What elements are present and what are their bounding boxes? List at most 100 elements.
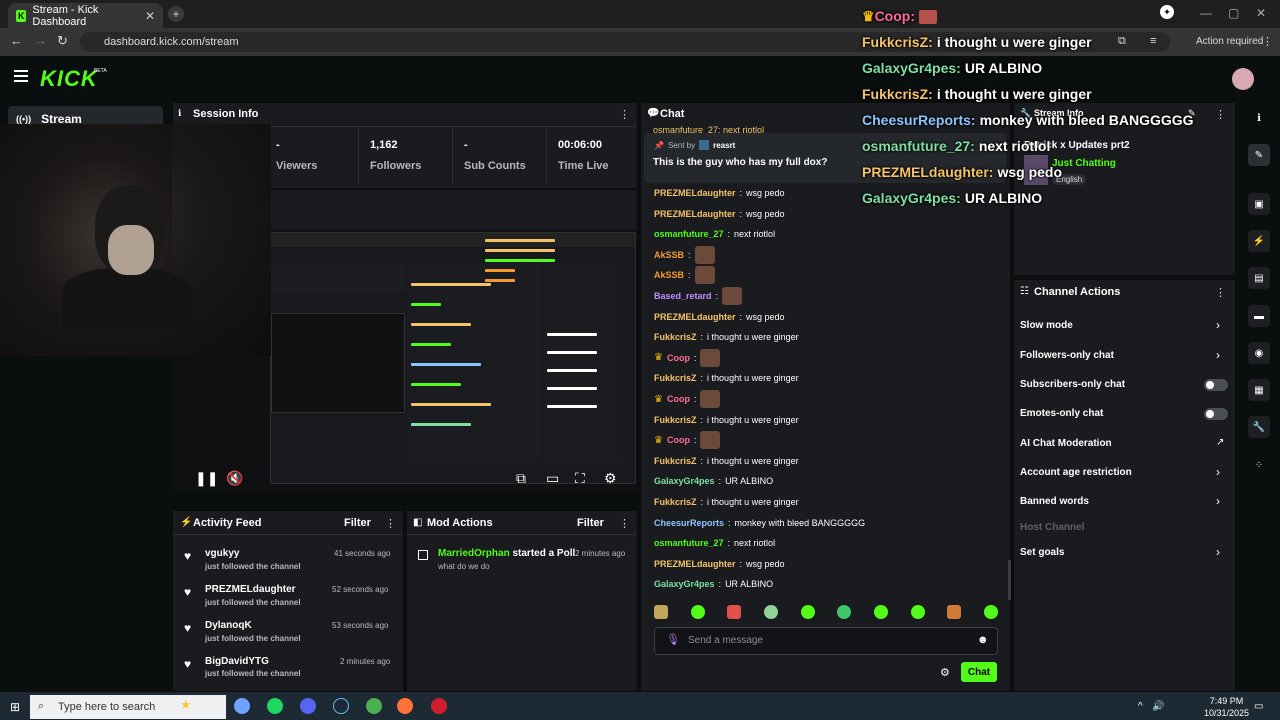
- copilot-icon[interactable]: ✦: [1160, 5, 1174, 19]
- chat-username[interactable]: osmanfuture_27: [654, 538, 724, 548]
- pause-icon[interactable]: ❚❚: [195, 470, 218, 487]
- chat-username[interactable]: GalaxyGr4pes: [654, 579, 715, 589]
- mute-icon[interactable]: 🔇: [226, 470, 243, 487]
- emotes-only-toggle[interactable]: [1204, 408, 1228, 420]
- activity-filter-button[interactable]: Filter: [344, 517, 371, 529]
- chevron-right-icon[interactable]: ›: [1216, 465, 1220, 479]
- discord-icon[interactable]: [300, 698, 316, 714]
- reload-icon[interactable]: ↻: [57, 33, 68, 49]
- broadcast-icon[interactable]: ◉: [1248, 342, 1270, 364]
- taskbar-search[interactable]: Type here to search: [30, 695, 226, 719]
- emote-icon[interactable]: [983, 605, 998, 619]
- session-info-menu-icon[interactable]: ⋮: [619, 108, 630, 121]
- chat-username[interactable]: FukkcrisZ: [654, 456, 697, 466]
- volume-icon[interactable]: 🔊: [1152, 701, 1164, 712]
- firefox-icon[interactable]: [397, 698, 413, 714]
- chat-username[interactable]: Coop: [667, 353, 690, 363]
- follower-name[interactable]: vgukyy: [205, 548, 239, 559]
- settings-gear-icon[interactable]: ⚙: [604, 470, 617, 487]
- chat-username[interactable]: Based_retard: [654, 291, 712, 301]
- wrench-icon[interactable]: 🔧: [1248, 416, 1270, 438]
- account-age-item[interactable]: Account age restriction: [1020, 467, 1132, 478]
- emote-icon[interactable]: [910, 605, 925, 619]
- set-goals-item[interactable]: Set goals: [1020, 547, 1064, 558]
- favorites-icon[interactable]: ≡: [1150, 35, 1156, 47]
- chat-username[interactable]: PREZMELdaughter: [654, 559, 736, 569]
- follower-name[interactable]: PREZMELdaughter: [205, 584, 296, 595]
- chat-scrollbar[interactable]: [1008, 560, 1011, 600]
- emote-icon[interactable]: [873, 605, 888, 619]
- user-avatar[interactable]: [1232, 68, 1254, 90]
- emote-icon[interactable]: [727, 605, 742, 619]
- chat-username[interactable]: Coop: [667, 394, 690, 404]
- pip-icon[interactable]: ⧉: [516, 470, 526, 487]
- activity-menu-icon[interactable]: ⋮: [385, 517, 396, 530]
- chat-username[interactable]: AkSSB: [654, 270, 684, 280]
- close-window-icon[interactable]: ✕: [1256, 6, 1266, 20]
- chat-username[interactable]: FukkcrisZ: [654, 415, 697, 425]
- chat-username[interactable]: PREZMELdaughter: [654, 188, 736, 198]
- stream-info-menu-icon[interactable]: ⋮: [1215, 108, 1226, 121]
- chat-username[interactable]: AkSSB: [654, 250, 684, 260]
- ai-chat-moderation-item[interactable]: AI Chat Moderation: [1020, 438, 1112, 449]
- windows-start-icon[interactable]: ⊞: [10, 700, 20, 714]
- chat-username[interactable]: CheesurReports: [654, 518, 724, 528]
- scan-icon[interactable]: ▣: [1248, 193, 1270, 215]
- emote-icon[interactable]: [654, 605, 668, 619]
- chevron-right-icon[interactable]: ›: [1216, 318, 1220, 332]
- hamburger-menu-icon[interactable]: [14, 70, 28, 82]
- emote-icon[interactable]: [763, 605, 778, 619]
- chat-send-button[interactable]: Chat: [961, 662, 997, 682]
- copilot-taskbar-icon[interactable]: [234, 698, 250, 714]
- chat-icon[interactable]: ▬: [1248, 305, 1270, 327]
- emote-icon[interactable]: [947, 605, 962, 619]
- back-icon[interactable]: ←: [10, 33, 23, 48]
- banned-words-item[interactable]: Banned words: [1020, 496, 1089, 507]
- chevron-right-icon[interactable]: ›: [1216, 348, 1220, 362]
- follower-name[interactable]: DylanoqK: [205, 620, 252, 631]
- followers-only-item[interactable]: Followers-only chat: [1020, 350, 1114, 361]
- chat-input-placeholder[interactable]: Send a message: [688, 635, 763, 646]
- mod-menu-icon[interactable]: ⋮: [619, 517, 630, 530]
- chat-username[interactable]: GalaxyGr4pes: [654, 476, 715, 486]
- chat-username[interactable]: PREZMELdaughter: [654, 209, 736, 219]
- obs-icon[interactable]: [431, 698, 447, 714]
- emote-icon[interactable]: [837, 605, 852, 619]
- mod-filter-button[interactable]: Filter: [577, 517, 604, 529]
- emote-icon[interactable]: [800, 605, 815, 619]
- chat-username[interactable]: Coop: [667, 435, 690, 445]
- spotify-icon[interactable]: [267, 698, 283, 714]
- chat-username[interactable]: FukkcrisZ: [654, 497, 697, 507]
- follower-name[interactable]: BigDavidYTG: [205, 656, 269, 667]
- channel-actions-menu-icon[interactable]: ⋮: [1215, 286, 1226, 299]
- theater-icon[interactable]: ▭: [546, 470, 559, 487]
- info-icon[interactable]: ℹ: [1248, 107, 1270, 129]
- chat-username[interactable]: FukkcrisZ: [654, 332, 697, 342]
- slow-mode-item[interactable]: Slow mode: [1020, 320, 1073, 331]
- action-required-badge[interactable]: Action required: [1196, 36, 1263, 47]
- chat-username[interactable]: osmanfuture_27: [654, 229, 724, 239]
- taskbar-clock[interactable]: 7:49 PM 10/31/2025: [1204, 695, 1249, 719]
- browser-menu-icon[interactable]: ⋮: [1262, 35, 1273, 48]
- kick-logo[interactable]: KICK: [40, 66, 98, 92]
- forward-icon[interactable]: →: [34, 33, 47, 48]
- chat-username[interactable]: PREZMELdaughter: [654, 312, 736, 322]
- chat-settings-icon[interactable]: ⚙: [940, 666, 950, 679]
- subscribers-only-toggle[interactable]: [1204, 379, 1228, 391]
- chevron-right-icon[interactable]: ›: [1216, 494, 1220, 508]
- emote-icon[interactable]: [690, 605, 705, 619]
- steam-icon[interactable]: [333, 698, 349, 714]
- layout-icon[interactable]: ▦: [1248, 379, 1270, 401]
- maximize-icon[interactable]: ▢: [1228, 6, 1239, 20]
- fullscreen-icon[interactable]: ⛶: [575, 470, 585, 487]
- notification-icon[interactable]: ▭: [1254, 701, 1263, 712]
- edit-icon[interactable]: ✎: [1248, 144, 1270, 166]
- pinned-sender[interactable]: reasrt: [713, 141, 735, 150]
- nodes-icon[interactable]: ⁘: [1248, 454, 1270, 476]
- close-tab-icon[interactable]: ✕: [145, 9, 155, 23]
- new-tab-button[interactable]: +: [168, 6, 184, 22]
- tray-chevron-icon[interactable]: ^: [1138, 701, 1143, 712]
- browser-tab[interactable]: K Stream - Kick Dashboard ✕: [8, 3, 163, 28]
- chrome-icon[interactable]: [366, 698, 382, 714]
- chevron-right-icon[interactable]: ›: [1216, 545, 1220, 559]
